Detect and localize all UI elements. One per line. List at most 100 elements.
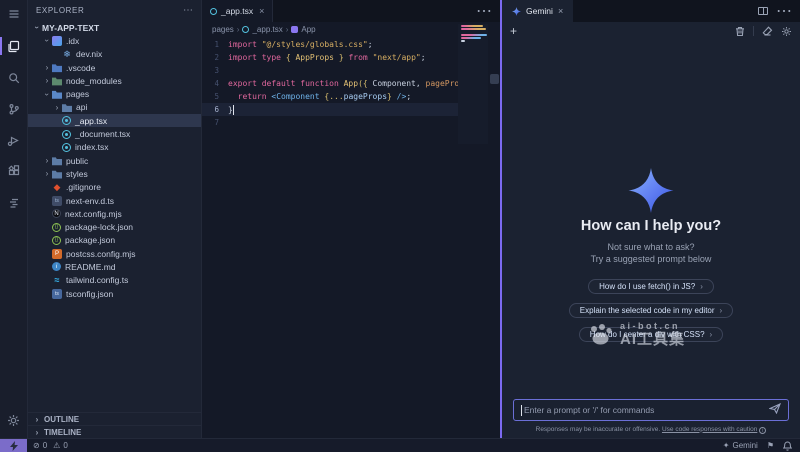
- tree-item-tsconfig-json[interactable]: tstsconfig.json: [28, 287, 201, 300]
- react-icon: [210, 8, 217, 15]
- error-count: 0: [43, 441, 47, 450]
- gemini-spark-icon: [512, 7, 521, 16]
- tree-item-index-tsx[interactable]: index.tsx: [28, 141, 201, 154]
- gemini-status[interactable]: ✦ Gemini: [723, 441, 758, 450]
- code-line-6[interactable]: 6}: [202, 103, 458, 116]
- ide-window: EXPLORER ⋯ ›MY-APP-TEXT›.idx❄dev.nix›.vs…: [0, 0, 800, 452]
- postcss-icon: P: [52, 249, 62, 259]
- chevron-icon: ›: [43, 36, 52, 46]
- tree-item--vscode[interactable]: ›.vscode: [28, 61, 201, 74]
- send-icon[interactable]: [769, 401, 781, 419]
- tree-item-postcss-config-mjs[interactable]: Ppostcss.config.mjs: [28, 247, 201, 260]
- explorer-more-icon[interactable]: ⋯: [183, 5, 193, 16]
- code-line-3[interactable]: 3: [202, 64, 458, 77]
- tree-item-public[interactable]: ›public: [28, 154, 201, 167]
- run-debug-icon[interactable]: [0, 128, 28, 152]
- info-icon[interactable]: i: [759, 427, 766, 434]
- editor-scrollbar-thumb[interactable]: [490, 74, 499, 84]
- idx-icon: [52, 36, 62, 46]
- breadcrumb-symbol[interactable]: App: [301, 25, 315, 34]
- tsconfig-icon: ts: [52, 289, 62, 299]
- warning-count: 0: [63, 441, 67, 450]
- tree-item-label: node_modules: [66, 76, 122, 86]
- tree-item-node-modules[interactable]: ›node_modules: [28, 74, 201, 87]
- explorer-icon[interactable]: [0, 34, 28, 58]
- gemini-tab-label: Gemini: [526, 6, 553, 16]
- prompt-chip-3[interactable]: How do I center a div with CSS?›: [579, 327, 723, 342]
- tree-item-package-lock-json[interactable]: {}package-lock.json: [28, 220, 201, 233]
- tree-item-label: api: [76, 102, 87, 112]
- section-outline[interactable]: ›OUTLINE: [28, 412, 201, 425]
- trash-icon[interactable]: [735, 26, 745, 37]
- tree-item-label: pages: [66, 89, 89, 99]
- tree-item-styles[interactable]: ›styles: [28, 167, 201, 180]
- settings-gear-icon[interactable]: [0, 408, 28, 432]
- next-icon: N: [52, 209, 61, 218]
- tree-item-pages[interactable]: › pages: [28, 87, 201, 100]
- tree-item-my-app-text[interactable]: ›MY-APP-TEXT: [28, 21, 201, 34]
- tree-item--idx[interactable]: ›.idx: [28, 34, 201, 47]
- close-icon[interactable]: ×: [259, 6, 264, 16]
- react-icon: [62, 116, 71, 125]
- code-editor[interactable]: 1import "@/styles/globals.css";2import t…: [202, 38, 500, 438]
- code-line-1[interactable]: 1import "@/styles/globals.css";: [202, 38, 458, 51]
- tab-app-tsx[interactable]: _app.tsx ×: [202, 0, 273, 22]
- code-line-4[interactable]: 4export default function App({ Component…: [202, 77, 458, 90]
- bell-icon[interactable]: [783, 441, 792, 451]
- code-line-2[interactable]: 2import type { AppProps } from "next/app…: [202, 51, 458, 64]
- split-editor-icon[interactable]: [758, 7, 768, 15]
- status-bar: ⊘ 0 ⚠ 0 ✦ Gemini ⚑: [0, 438, 800, 452]
- gear-icon[interactable]: [781, 26, 792, 37]
- tree-item-next-env-d-ts[interactable]: tsnext-env.d.ts: [28, 194, 201, 207]
- tree-item-api[interactable]: ›api: [28, 101, 201, 114]
- section-timeline[interactable]: ›TIMELINE: [28, 425, 201, 438]
- tree-item--app-tsx[interactable]: _app.tsx: [28, 114, 201, 127]
- line-number: 2: [202, 53, 228, 62]
- source-control-icon[interactable]: [0, 97, 28, 121]
- spark-icon: ✦: [723, 441, 730, 450]
- ts-env-icon: ts: [52, 196, 62, 206]
- editor-tab-bar: _app.tsx × ⋯: [202, 0, 500, 22]
- sidebar-sections: ›OUTLINE›TIMELINE: [28, 412, 201, 438]
- remote-indicator[interactable]: [0, 439, 27, 452]
- search-icon[interactable]: [0, 66, 28, 90]
- prompt-chip-2[interactable]: Explain the selected code in my editor›: [569, 303, 733, 318]
- tree-item-tailwind-config-ts[interactable]: ≈tailwind.config.ts: [28, 274, 201, 287]
- tree-item-dev-nix[interactable]: ❄dev.nix: [28, 48, 201, 61]
- code-line-7[interactable]: 7: [202, 116, 458, 129]
- tools-icon[interactable]: [0, 191, 28, 215]
- prompt-chip-1[interactable]: How do I use fetch() in JS?›: [588, 279, 714, 294]
- chevron-icon: ›: [43, 89, 52, 99]
- new-chat-icon[interactable]: +: [510, 24, 517, 38]
- tree-item-readme-md[interactable]: iREADME.md: [28, 260, 201, 273]
- prompt-placeholder: Enter a prompt or '/' for commands: [524, 405, 769, 415]
- breadcrumb-file[interactable]: _app.tsx: [252, 25, 282, 34]
- code-text: import "@/styles/globals.css";: [228, 40, 458, 49]
- react-icon: [62, 130, 71, 139]
- code-line-5[interactable]: 5 return <Component {...pageProps} />;: [202, 90, 458, 103]
- close-icon[interactable]: ×: [558, 6, 563, 16]
- tree-item-next-config-mjs[interactable]: Nnext.config.mjs: [28, 207, 201, 220]
- gemini-more-icon[interactable]: ⋯: [776, 1, 792, 21]
- caution-link[interactable]: Use code responses with caution: [662, 426, 757, 433]
- editor-more-icon[interactable]: ⋯: [476, 1, 492, 21]
- lightning-icon: [10, 441, 18, 451]
- line-number: 5: [202, 92, 228, 101]
- activity-bar: [0, 0, 28, 438]
- tab-label: _app.tsx: [221, 6, 253, 16]
- tree-item-label: MY-APP-TEXT: [42, 23, 99, 33]
- menu-icon[interactable]: [0, 2, 28, 26]
- eraser-icon[interactable]: [762, 26, 773, 36]
- prompt-input[interactable]: Enter a prompt or '/' for commands: [513, 399, 789, 421]
- minimap[interactable]: [458, 24, 488, 144]
- problems-status[interactable]: ⊘ 0 ⚠ 0: [33, 441, 68, 450]
- tree-item--document-tsx[interactable]: _document.tsx: [28, 127, 201, 140]
- extensions-icon[interactable]: [0, 159, 28, 183]
- tree-item--gitignore[interactable]: ◆.gitignore: [28, 181, 201, 194]
- breadcrumb-pages[interactable]: pages: [212, 25, 234, 34]
- tree-item-package-json[interactable]: {}package.json: [28, 234, 201, 247]
- folder-pages-icon: [52, 89, 62, 99]
- feedback-flag-icon[interactable]: ⚑: [767, 441, 774, 450]
- symbol-icon: [291, 26, 298, 33]
- tab-gemini[interactable]: Gemini ×: [502, 0, 573, 22]
